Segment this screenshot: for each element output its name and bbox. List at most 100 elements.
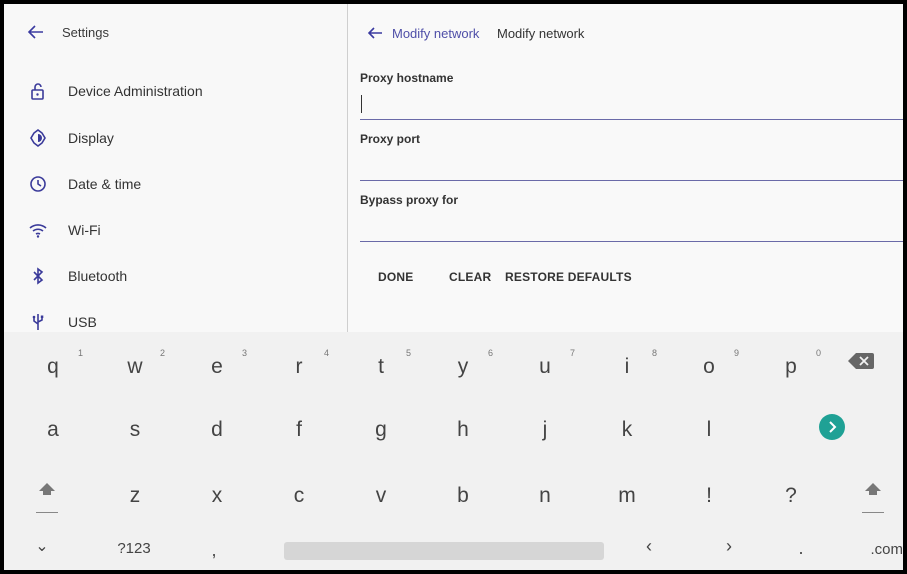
key-z[interactable]: z — [94, 470, 176, 526]
chevron-left-icon: ‹ — [646, 536, 652, 556]
clock-icon — [28, 174, 48, 194]
key-hint: 0 — [816, 348, 822, 358]
pane-header: Modify network Modify network — [348, 4, 903, 64]
key-hint: 2 — [160, 348, 166, 358]
key-label: c — [293, 484, 305, 507]
key-label: p — [785, 355, 797, 378]
key-label: ! — [706, 484, 712, 507]
cursor-left-key[interactable]: ‹ — [614, 532, 684, 568]
bypass-proxy-input[interactable] — [360, 211, 903, 242]
bypass-proxy-label: Bypass proxy for — [360, 193, 459, 207]
hide-keyboard-key[interactable]: ⌄ — [12, 532, 72, 568]
key-label: e — [211, 355, 223, 378]
sidebar-item-date-time[interactable]: Date & time — [4, 164, 347, 204]
key-a[interactable]: a — [12, 404, 94, 460]
key-n[interactable]: n — [504, 470, 586, 526]
sidebar-item-label: Bluetooth — [68, 268, 128, 284]
space-bar[interactable] — [284, 542, 604, 560]
settings-sidebar: Settings Device Administration Display D… — [4, 4, 348, 332]
key-hint: 4 — [324, 348, 330, 358]
key-label: v — [375, 484, 387, 507]
key-label: d — [211, 418, 223, 441]
key-m[interactable]: m — [586, 470, 668, 526]
shift-left-key[interactable] — [12, 470, 82, 526]
key-hint: 9 — [734, 348, 740, 358]
key-hint: 5 — [406, 348, 412, 358]
key-label: k — [621, 418, 633, 441]
key-label: i — [624, 355, 630, 378]
key-label: f — [296, 418, 302, 441]
symbols-key-label: ?123 — [117, 540, 151, 557]
symbols-key[interactable]: ?123 — [99, 532, 169, 568]
comma-key-label: , — [211, 540, 217, 560]
key-h[interactable]: h — [422, 404, 504, 460]
key-exclamation[interactable]: ! — [668, 470, 750, 526]
comma-key[interactable]: , — [179, 532, 249, 568]
key-f[interactable]: f — [258, 404, 340, 460]
sidebar-item-device-administration[interactable]: Device Administration — [4, 71, 347, 111]
lock-open-icon — [28, 81, 48, 101]
sidebar-header: Settings — [4, 4, 347, 64]
backspace-key[interactable] — [832, 337, 892, 393]
key-label: s — [129, 418, 141, 441]
key-w[interactable]: w2 — [94, 337, 176, 393]
sidebar-title: Settings — [62, 25, 109, 40]
key-label: n — [539, 484, 551, 507]
key-k[interactable]: k — [586, 404, 668, 460]
key-hint: 3 — [242, 348, 248, 358]
key-label: z — [129, 484, 141, 507]
key-g[interactable]: g — [340, 404, 422, 460]
sidebar-item-label: USB — [68, 314, 97, 330]
key-u[interactable]: u7 — [504, 337, 586, 393]
key-label: r — [295, 355, 303, 378]
key-t[interactable]: t5 — [340, 337, 422, 393]
key-y[interactable]: y6 — [422, 337, 504, 393]
key-b[interactable]: b — [422, 470, 504, 526]
back-arrow-icon[interactable] — [26, 22, 46, 42]
key-c[interactable]: c — [258, 470, 340, 526]
key-e[interactable]: e3 — [176, 337, 258, 393]
key-o[interactable]: o9 — [668, 337, 750, 393]
proxy-port-input[interactable] — [360, 150, 903, 181]
key-label: x — [211, 484, 223, 507]
key-i[interactable]: i8 — [586, 337, 668, 393]
back-arrow-icon[interactable] — [366, 24, 384, 42]
breadcrumb-current: Modify network — [497, 26, 585, 41]
shift-underline — [36, 512, 58, 513]
done-button[interactable]: DONE — [378, 270, 413, 284]
proxy-hostname-input[interactable] — [360, 89, 903, 120]
key-label: l — [706, 418, 712, 441]
key-l[interactable]: l — [668, 404, 750, 460]
cursor-right-key[interactable]: › — [694, 532, 764, 568]
proxy-hostname-label: Proxy hostname — [360, 71, 454, 85]
key-label: y — [457, 355, 469, 378]
key-x[interactable]: x — [176, 470, 258, 526]
sidebar-item-wifi[interactable]: Wi-Fi — [4, 210, 347, 250]
key-d[interactable]: d — [176, 404, 258, 460]
sidebar-item-display[interactable]: Display — [4, 118, 347, 158]
key-j[interactable]: j — [504, 404, 586, 460]
key-r[interactable]: r4 — [258, 337, 340, 393]
key-question[interactable]: ? — [750, 470, 832, 526]
period-key[interactable]: . — [776, 532, 826, 568]
wifi-icon — [28, 220, 48, 240]
key-p[interactable]: p0 — [750, 337, 832, 393]
enter-key[interactable] — [819, 414, 845, 440]
dotcom-key-label: .com — [870, 541, 903, 558]
breadcrumb-link[interactable]: Modify network — [392, 26, 479, 41]
key-label: o — [703, 355, 715, 378]
key-label: g — [375, 418, 387, 441]
key-v[interactable]: v — [340, 470, 422, 526]
restore-defaults-button[interactable]: RESTORE DEFAULTS — [505, 270, 632, 284]
key-s[interactable]: s — [94, 404, 176, 460]
key-q[interactable]: q1 — [12, 337, 94, 393]
period-key-label: . — [798, 538, 804, 558]
dotcom-key[interactable]: .com — [856, 532, 903, 568]
shift-right-key[interactable] — [832, 470, 902, 526]
shift-icon — [864, 482, 882, 503]
clear-button[interactable]: CLEAR — [449, 270, 491, 284]
chevron-right-icon — [829, 421, 837, 433]
bluetooth-icon — [28, 266, 48, 286]
sidebar-item-bluetooth[interactable]: Bluetooth — [4, 256, 347, 296]
soft-keyboard: q1w2e3r4t5y6u7i8o9p0 asdfghjkl z x c v b n m!? — [4, 332, 903, 570]
